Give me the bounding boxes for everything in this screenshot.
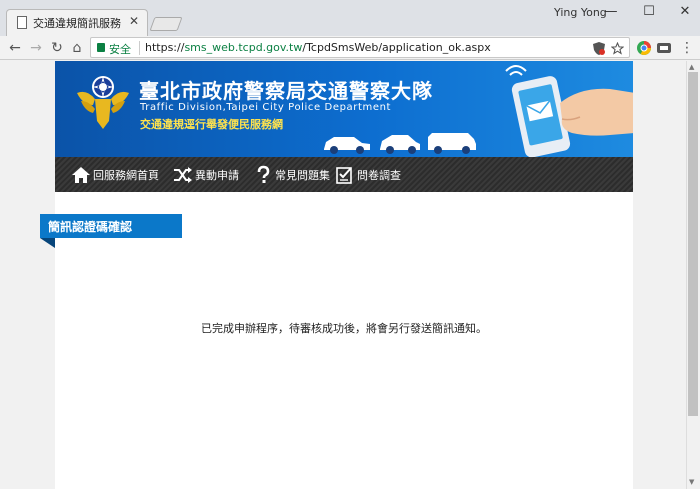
forward-icon[interactable]: → bbox=[27, 38, 45, 58]
page-icon bbox=[17, 16, 27, 29]
shield-icon[interactable] bbox=[593, 42, 605, 55]
tab-close-icon[interactable]: ✕ bbox=[129, 14, 139, 28]
url-text[interactable]: https://sms_web.tcpd.gov.tw/TcpdSmsWeb/a… bbox=[145, 41, 491, 54]
site-banner: 臺北市政府警察局交通警察大隊 Traffic Division,Taipei C… bbox=[55, 61, 633, 157]
star-icon[interactable] bbox=[611, 42, 624, 55]
maximize-icon[interactable]: ☐ bbox=[636, 2, 662, 22]
question-icon bbox=[257, 165, 270, 183]
nav-label: 問卷調查 bbox=[357, 169, 401, 182]
browser-title-bar: 交通違規簡訊服務 ✕ Ying Yong — ☐ ✕ bbox=[0, 0, 700, 36]
back-icon[interactable]: ← bbox=[6, 38, 24, 58]
menu-icon[interactable]: ⋮ bbox=[678, 38, 696, 58]
url-scheme: https:// bbox=[145, 41, 185, 54]
nav-item-survey[interactable]: 問卷調查 bbox=[335, 163, 401, 187]
new-tab-button[interactable] bbox=[149, 17, 183, 31]
scroll-down-icon[interactable]: ▼ bbox=[689, 478, 694, 486]
nav-item-faq[interactable]: 常見問題集 bbox=[253, 163, 330, 187]
main-nav: 回服務網首頁 異動申請 常見問題集 問卷調查 bbox=[55, 157, 633, 192]
divider bbox=[139, 41, 140, 55]
extension-icon[interactable] bbox=[656, 40, 672, 56]
checklist-icon bbox=[336, 167, 352, 184]
police-emblem-icon bbox=[77, 76, 129, 129]
security-label: 安全 bbox=[109, 43, 131, 56]
url-host: sms_web.tcpd.gov.tw bbox=[184, 41, 303, 54]
nav-label: 回服務網首頁 bbox=[93, 169, 159, 182]
shuffle-icon bbox=[174, 167, 192, 183]
chrome-extension-icon[interactable] bbox=[636, 40, 652, 56]
home-icon bbox=[72, 167, 90, 183]
reload-icon[interactable]: ↻ bbox=[48, 38, 66, 58]
home-icon[interactable]: ⌂ bbox=[68, 38, 86, 58]
nav-label: 異動申請 bbox=[195, 169, 239, 182]
browser-toolbar: ← → ↻ ⌂ 安全 https://sms_web.tcpd.gov.tw/T… bbox=[0, 36, 700, 60]
nav-label: 常見問題集 bbox=[275, 169, 330, 182]
tab-title: 交通違規簡訊服務 bbox=[33, 17, 121, 30]
confirmation-message: 已完成申辦程序，待審核成功後，將會另行發送簡訊通知。 bbox=[201, 322, 487, 335]
scroll-up-icon[interactable]: ▲ bbox=[689, 63, 694, 71]
cars-illustration-icon bbox=[324, 133, 476, 154]
nav-item-home[interactable]: 回服務網首頁 bbox=[71, 163, 159, 187]
minimize-icon[interactable]: — bbox=[598, 2, 624, 22]
phone-message-illustration-icon bbox=[505, 65, 633, 157]
site-title: 臺北市政府警察局交通警察大隊 bbox=[139, 79, 433, 103]
address-bar[interactable]: 安全 https://sms_web.tcpd.gov.tw/TcpdSmsWe… bbox=[90, 37, 630, 58]
section-header-fold bbox=[40, 238, 55, 248]
nav-item-change-request[interactable]: 異動申請 bbox=[173, 163, 239, 187]
close-window-icon[interactable]: ✕ bbox=[672, 2, 698, 22]
scrollbar-thumb[interactable] bbox=[688, 72, 698, 416]
url-path: /TcpdSmsWeb/application_ok.aspx bbox=[302, 41, 491, 54]
site-slogan: 交通違規逕行舉發便民服務網 bbox=[140, 118, 283, 131]
site-subtitle: Traffic Division,Taipei City Police Depa… bbox=[140, 102, 392, 113]
section-title: 簡訊認證碼確認 bbox=[48, 220, 133, 234]
browser-tab[interactable]: 交通違規簡訊服務 ✕ bbox=[6, 9, 148, 36]
lock-icon bbox=[97, 43, 105, 52]
